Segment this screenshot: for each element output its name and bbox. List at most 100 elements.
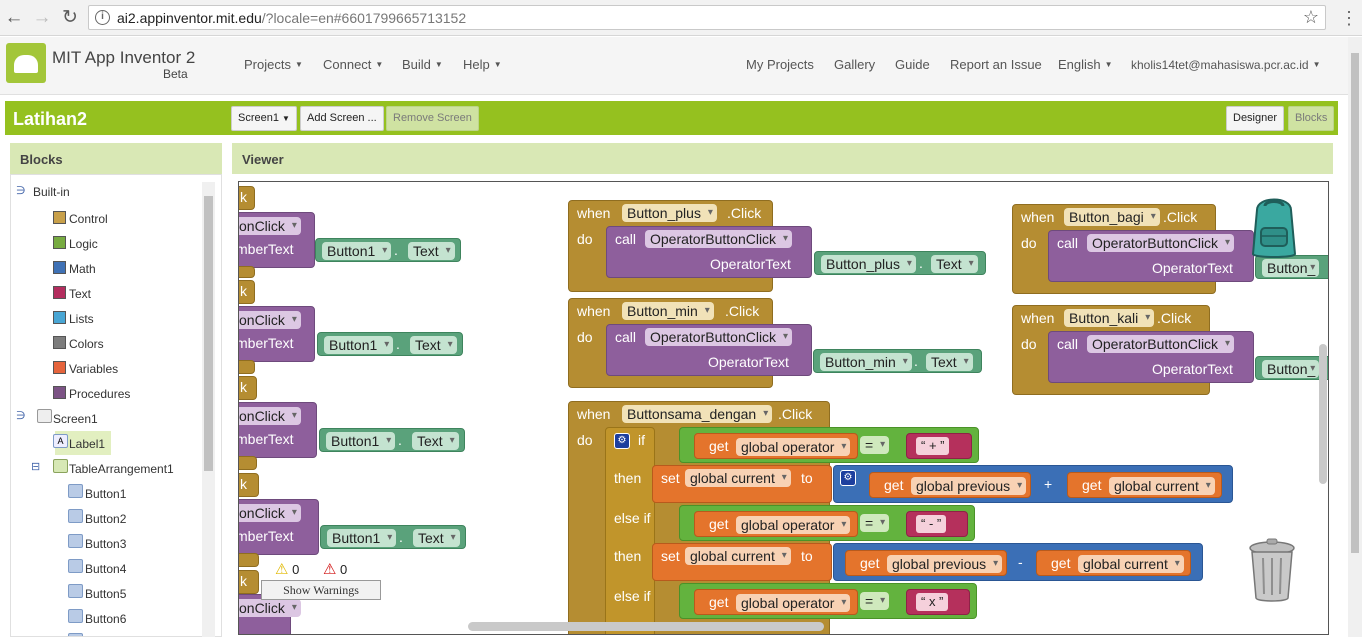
tree-lists[interactable]: Lists: [69, 310, 94, 328]
event-block-partial[interactable]: k: [239, 570, 259, 594]
menu-connect[interactable]: Connect ▼: [323, 57, 383, 72]
menu-projects[interactable]: Projects ▼: [244, 57, 303, 72]
mutator-gear-icon[interactable]: ⚙: [840, 470, 856, 486]
variable-dropdown[interactable]: global current: [685, 547, 791, 565]
workspace-vertical-scrollbar[interactable]: [1319, 344, 1327, 484]
info-icon[interactable]: i: [95, 10, 110, 25]
tree-text[interactable]: Text: [69, 285, 91, 303]
component-dropdown[interactable]: Buttonsama_dengan: [622, 405, 773, 423]
forward-icon[interactable]: →: [30, 6, 54, 30]
component-getter-block[interactable]: Button1 . Text: [317, 332, 463, 356]
component-dropdown[interactable]: Button_bagi: [1064, 208, 1160, 226]
collapse-icon[interactable]: ⊟: [31, 460, 40, 473]
menu-help[interactable]: Help ▼: [463, 57, 502, 72]
tree-colors[interactable]: Colors: [69, 335, 104, 353]
call-block-partial[interactable]: onClick mberText: [239, 212, 315, 268]
designer-button[interactable]: Designer: [1226, 106, 1285, 131]
call-block-operator[interactable]: call OperatorButtonClick OperatorText: [1048, 331, 1254, 383]
scrollbar-thumb[interactable]: [204, 196, 213, 471]
menu-user[interactable]: kholis14tet@mahasiswa.pcr.ac.id ▼: [1131, 58, 1321, 72]
proc-name-dropdown[interactable]: onClick: [239, 504, 301, 522]
link-my-projects[interactable]: My Projects: [746, 57, 814, 72]
compare-op-dropdown[interactable]: =: [860, 436, 890, 454]
event-block-partial[interactable]: [239, 553, 259, 567]
proc-name-dropdown[interactable]: onClick: [239, 599, 301, 617]
call-block-partial[interactable]: onClick mberText: [239, 402, 317, 458]
component-getter-block[interactable]: Button_min . Text: [813, 349, 982, 373]
proc-name-dropdown[interactable]: OperatorButtonClick: [645, 230, 793, 248]
call-block-operator[interactable]: call OperatorButtonClick OperatorText: [606, 324, 812, 376]
component-getter-block[interactable]: Button1 . Text: [319, 428, 465, 452]
compare-op-dropdown[interactable]: =: [860, 514, 890, 532]
tree-button2[interactable]: Button2: [85, 510, 126, 528]
call-block-operator[interactable]: call OperatorButtonClick OperatorText: [606, 226, 812, 278]
tree-builtin[interactable]: Built-in: [33, 183, 70, 201]
text-literal-block[interactable]: “ x ”: [906, 589, 970, 615]
back-icon[interactable]: ←: [2, 6, 26, 30]
event-block-partial[interactable]: [239, 266, 255, 278]
get-variable-block[interactable]: get global operator: [694, 433, 858, 459]
if-block[interactable]: ⚙ if then else if then else if: [605, 427, 655, 634]
trash-can-icon[interactable]: [1245, 538, 1299, 604]
proc-name-dropdown[interactable]: onClick: [239, 311, 301, 329]
call-block-operator[interactable]: call OperatorButtonClick OperatorText: [1048, 230, 1254, 282]
text-literal-block[interactable]: “ - ”: [906, 511, 968, 537]
show-warnings-button[interactable]: Show Warnings: [261, 580, 381, 600]
component-dropdown[interactable]: Button_plus: [622, 204, 717, 222]
page-scrollbar[interactable]: [1348, 37, 1362, 637]
tree-label1[interactable]: Label1: [69, 435, 105, 453]
tree-control[interactable]: Control: [69, 210, 108, 228]
menu-language[interactable]: English ▼: [1058, 57, 1113, 72]
remove-screen-button[interactable]: Remove Screen: [386, 106, 479, 131]
call-block-partial[interactable]: onClick mberText: [239, 499, 319, 555]
text-literal-block[interactable]: “ + ”: [906, 433, 972, 459]
collapse-icon[interactable]: ∋: [16, 409, 26, 422]
component-getter-block[interactable]: Button1 . Text: [320, 525, 466, 549]
proc-name-dropdown[interactable]: OperatorButtonClick: [645, 328, 793, 346]
tree-procedures[interactable]: Procedures: [69, 385, 130, 403]
proc-name-dropdown[interactable]: onClick: [239, 217, 301, 235]
component-getter-block[interactable]: Button_plus . Text: [814, 251, 986, 275]
variable-dropdown[interactable]: global current: [1078, 555, 1184, 573]
link-guide[interactable]: Guide: [895, 57, 930, 72]
proc-name-dropdown[interactable]: OperatorButtonClick: [1087, 335, 1235, 353]
link-report-issue[interactable]: Report an Issue: [950, 57, 1042, 72]
browser-menu-icon[interactable]: ⋮: [1340, 7, 1358, 29]
variable-dropdown[interactable]: global operator: [736, 594, 851, 612]
event-block-partial[interactable]: [239, 456, 257, 470]
blocks-tree-scrollbar[interactable]: [202, 182, 215, 637]
proc-name-dropdown[interactable]: OperatorButtonClick: [1087, 234, 1235, 252]
set-variable-block[interactable]: set global current to: [652, 543, 832, 581]
tree-button4[interactable]: Button4: [85, 560, 126, 578]
event-block-partial[interactable]: k: [239, 186, 255, 210]
tree-math[interactable]: Math: [69, 260, 96, 278]
tree-tablearrangement1[interactable]: TableArrangement1: [69, 460, 174, 478]
get-variable-block[interactable]: get global operator: [694, 511, 858, 537]
variable-dropdown[interactable]: global previous: [887, 555, 1003, 573]
component-getter-block[interactable]: Button_: [1255, 356, 1328, 380]
link-gallery[interactable]: Gallery: [834, 57, 875, 72]
get-variable-block[interactable]: get global previous: [845, 550, 1007, 576]
get-variable-block[interactable]: get global current: [1036, 550, 1191, 576]
event-block-partial[interactable]: k: [239, 280, 255, 304]
compare-op-dropdown[interactable]: =: [860, 592, 890, 610]
tree-variables[interactable]: Variables: [69, 360, 118, 378]
menu-build[interactable]: Build ▼: [402, 57, 443, 72]
tree-screen1[interactable]: Screen1: [53, 410, 98, 428]
component-getter-block[interactable]: Button1 . Text: [315, 238, 461, 262]
proc-name-dropdown[interactable]: onClick: [239, 407, 301, 425]
reload-icon[interactable]: ↻: [58, 6, 82, 30]
tree-button6[interactable]: Button6: [85, 610, 126, 628]
app-inventor-logo[interactable]: [6, 43, 46, 83]
event-block-partial[interactable]: [239, 360, 255, 374]
get-variable-block[interactable]: get global current: [1067, 472, 1222, 498]
collapse-icon[interactable]: ∋: [16, 184, 26, 197]
get-variable-block[interactable]: get global previous: [869, 472, 1031, 498]
component-dropdown[interactable]: Button_kali: [1064, 309, 1155, 327]
variable-dropdown[interactable]: global operator: [736, 438, 851, 456]
add-screen-button[interactable]: Add Screen ...: [300, 106, 384, 131]
get-variable-block[interactable]: get global operator: [694, 589, 858, 615]
variable-dropdown[interactable]: global current: [1109, 477, 1215, 495]
call-block-partial[interactable]: onClick: [239, 594, 301, 634]
event-block-partial[interactable]: k: [239, 473, 259, 497]
